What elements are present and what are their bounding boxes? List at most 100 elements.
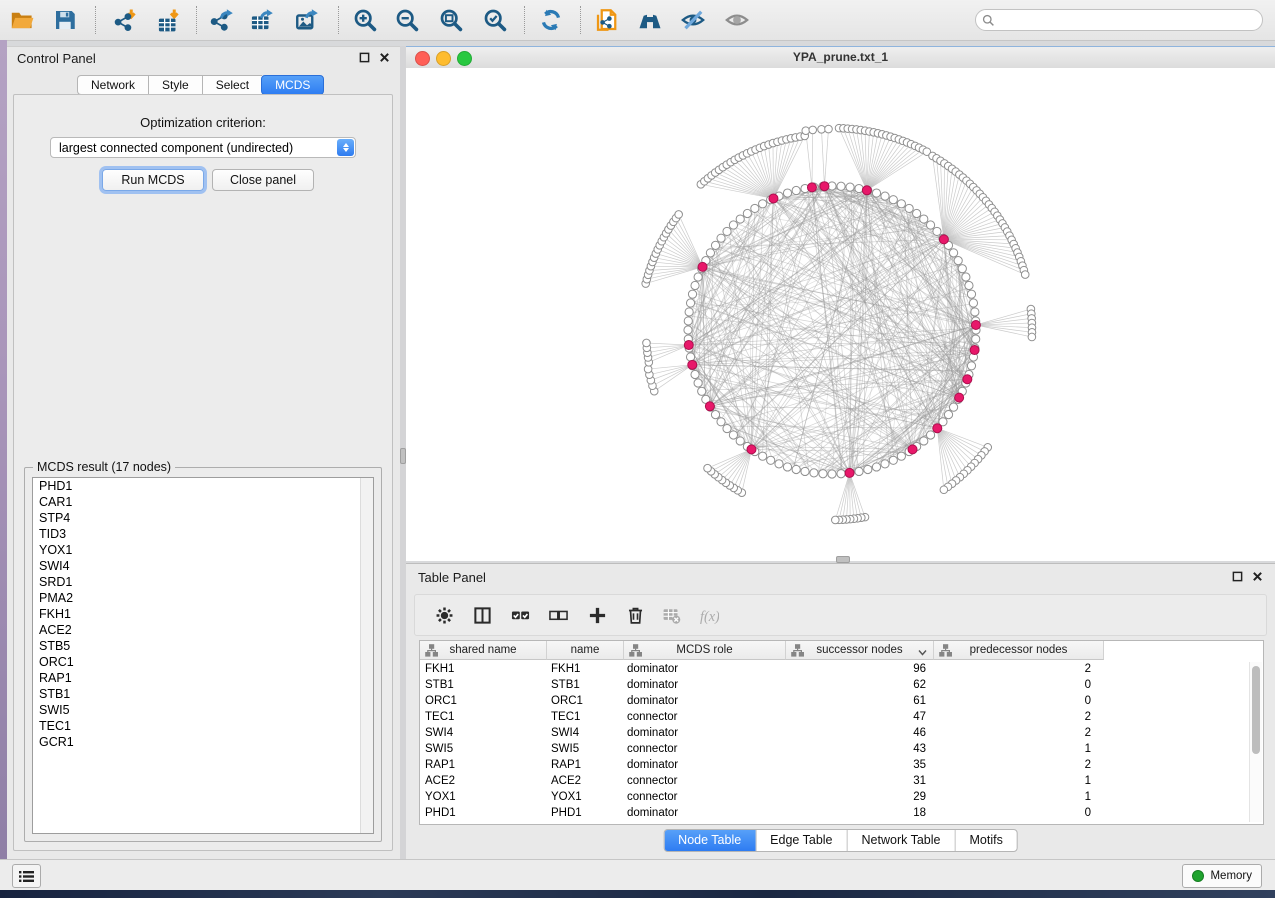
table-row[interactable]: SWI4SWI4dominator462: [420, 725, 1249, 741]
column-header-name[interactable]: name: [547, 641, 624, 660]
export-network-button[interactable]: [206, 4, 238, 36]
mcds-list-scrollbar[interactable]: [360, 478, 373, 833]
mcds-result-item[interactable]: PMA2: [33, 590, 373, 606]
table-panel-title: Table Panel: [418, 570, 486, 585]
table-row[interactable]: FKH1FKH1dominator962: [420, 661, 1249, 677]
tab-style[interactable]: Style: [148, 75, 202, 95]
mcds-result-item[interactable]: FKH1: [33, 606, 373, 622]
delete-column-button[interactable]: [621, 602, 649, 628]
tab-node-table[interactable]: Node Table: [664, 830, 756, 851]
cell-shared-name: ACE2: [420, 773, 547, 789]
mcds-result-item[interactable]: YOX1: [33, 542, 373, 558]
table-row[interactable]: TEC1TEC1connector472: [420, 709, 1249, 725]
search-box[interactable]: [975, 9, 1263, 31]
column-header-successor-nodes[interactable]: successor nodes: [786, 641, 934, 660]
mcds-result-item[interactable]: SWI5: [33, 702, 373, 718]
mcds-result-item[interactable]: SRD1: [33, 574, 373, 590]
zoom-selected-icon: [483, 8, 507, 32]
hide-details-button[interactable]: [677, 4, 709, 36]
column-label: name: [571, 644, 600, 656]
export-image-button[interactable]: [291, 4, 323, 36]
table-scrollbar-thumb[interactable]: [1252, 666, 1260, 754]
cell-MCDS-role: dominator: [624, 805, 786, 821]
cell-name: FKH1: [547, 661, 624, 677]
list-icon: [19, 870, 34, 883]
float-panel-icon[interactable]: [1232, 571, 1243, 582]
save-icon: [53, 8, 77, 32]
import-network-button[interactable]: [110, 4, 142, 36]
tab-network-table[interactable]: Network Table: [848, 830, 956, 851]
column-header-predecessor-nodes[interactable]: predecessor nodes: [934, 641, 1104, 660]
horizontal-splitter-handle[interactable]: [836, 556, 850, 563]
memory-status-icon: [1192, 870, 1204, 882]
network-canvas[interactable]: [406, 68, 1275, 561]
mcds-result-item[interactable]: RAP1: [33, 670, 373, 686]
tab-network[interactable]: Network: [77, 75, 148, 95]
save-session-button[interactable]: [49, 4, 81, 36]
import-table-button[interactable]: [153, 4, 185, 36]
float-panel-icon[interactable]: [359, 52, 370, 63]
zoom-in-button[interactable]: [349, 4, 381, 36]
mcds-result-item[interactable]: STB5: [33, 638, 373, 654]
mcds-result-item[interactable]: PHD1: [33, 478, 373, 494]
table-options-button[interactable]: [430, 602, 458, 628]
tab-select[interactable]: Select: [202, 75, 262, 95]
show-details-button[interactable]: [721, 4, 753, 36]
zoom-out-button[interactable]: [391, 4, 423, 36]
clone-network-button[interactable]: [591, 4, 623, 36]
mcds-result-item[interactable]: STB1: [33, 686, 373, 702]
show-columns-button[interactable]: [468, 602, 496, 628]
import-table-icon: [157, 8, 181, 32]
mcds-tab-content: Optimization criterion: largest connecte…: [13, 94, 393, 851]
export-table-button[interactable]: [246, 4, 278, 36]
cell-MCDS-role: dominator: [624, 693, 786, 709]
network-window-titlebar[interactable]: YPA_prune.txt_1: [406, 47, 1275, 69]
tab-edge-table[interactable]: Edge Table: [756, 830, 847, 851]
zoom-selected-button[interactable]: [479, 4, 511, 36]
search-input[interactable]: [995, 10, 1262, 30]
mcds-result-item[interactable]: GCR1: [33, 734, 373, 750]
close-panel-icon[interactable]: [1252, 571, 1263, 582]
table-row[interactable]: ORC1ORC1dominator610: [420, 693, 1249, 709]
deselect-all-button[interactable]: [544, 602, 572, 628]
show-panels-menu-button[interactable]: [12, 864, 41, 888]
cell-successor-nodes: 96: [786, 661, 934, 677]
cell-name: TEC1: [547, 709, 624, 725]
tab-mcds[interactable]: MCDS: [261, 75, 324, 95]
create-column-button[interactable]: [583, 602, 611, 628]
find-button[interactable]: [634, 4, 666, 36]
table-row[interactable]: ACE2ACE2connector311: [420, 773, 1249, 789]
memory-button[interactable]: Memory: [1182, 864, 1262, 888]
close-panel-button[interactable]: Close panel: [212, 169, 314, 191]
tab-motifs[interactable]: Motifs: [955, 830, 1016, 851]
cell-shared-name: ORC1: [420, 693, 547, 709]
table-scrollbar[interactable]: [1249, 662, 1262, 822]
mcds-result-item[interactable]: SWI4: [33, 558, 373, 574]
column-header-MCDS-role[interactable]: MCDS role: [624, 641, 786, 660]
cell-name: ACE2: [547, 773, 624, 789]
table-row[interactable]: SWI5SWI5connector431: [420, 741, 1249, 757]
mcds-result-item[interactable]: ORC1: [33, 654, 373, 670]
apply-layout-button[interactable]: [535, 4, 567, 36]
table-row[interactable]: PHD1PHD1dominator180: [420, 805, 1249, 821]
optimization-criterion-select[interactable]: largest connected component (undirected): [50, 137, 356, 158]
mcds-result-list[interactable]: PHD1CAR1STP4TID3YOX1SWI4SRD1PMA2FKH1ACE2…: [32, 477, 374, 834]
cell-MCDS-role: connector: [624, 773, 786, 789]
mcds-result-item[interactable]: STP4: [33, 510, 373, 526]
table-row[interactable]: RAP1RAP1dominator352: [420, 757, 1249, 773]
mcds-result-item[interactable]: TID3: [33, 526, 373, 542]
run-mcds-button[interactable]: Run MCDS: [102, 169, 204, 191]
close-panel-icon[interactable]: [379, 52, 390, 63]
column-header-shared-name[interactable]: shared name: [420, 641, 547, 660]
cell-predecessor-nodes: 2: [934, 661, 1104, 677]
zoom-fit-button[interactable]: [435, 4, 467, 36]
table-row[interactable]: STB1STB1dominator620: [420, 677, 1249, 693]
open-file-button[interactable]: [6, 4, 38, 36]
select-all-button[interactable]: [506, 602, 534, 628]
mcds-result-item[interactable]: TEC1: [33, 718, 373, 734]
cell-successor-nodes: 29: [786, 789, 934, 805]
function-icon: f(x): [700, 606, 719, 625]
mcds-result-item[interactable]: ACE2: [33, 622, 373, 638]
table-row[interactable]: YOX1YOX1connector291: [420, 789, 1249, 805]
mcds-result-item[interactable]: CAR1: [33, 494, 373, 510]
